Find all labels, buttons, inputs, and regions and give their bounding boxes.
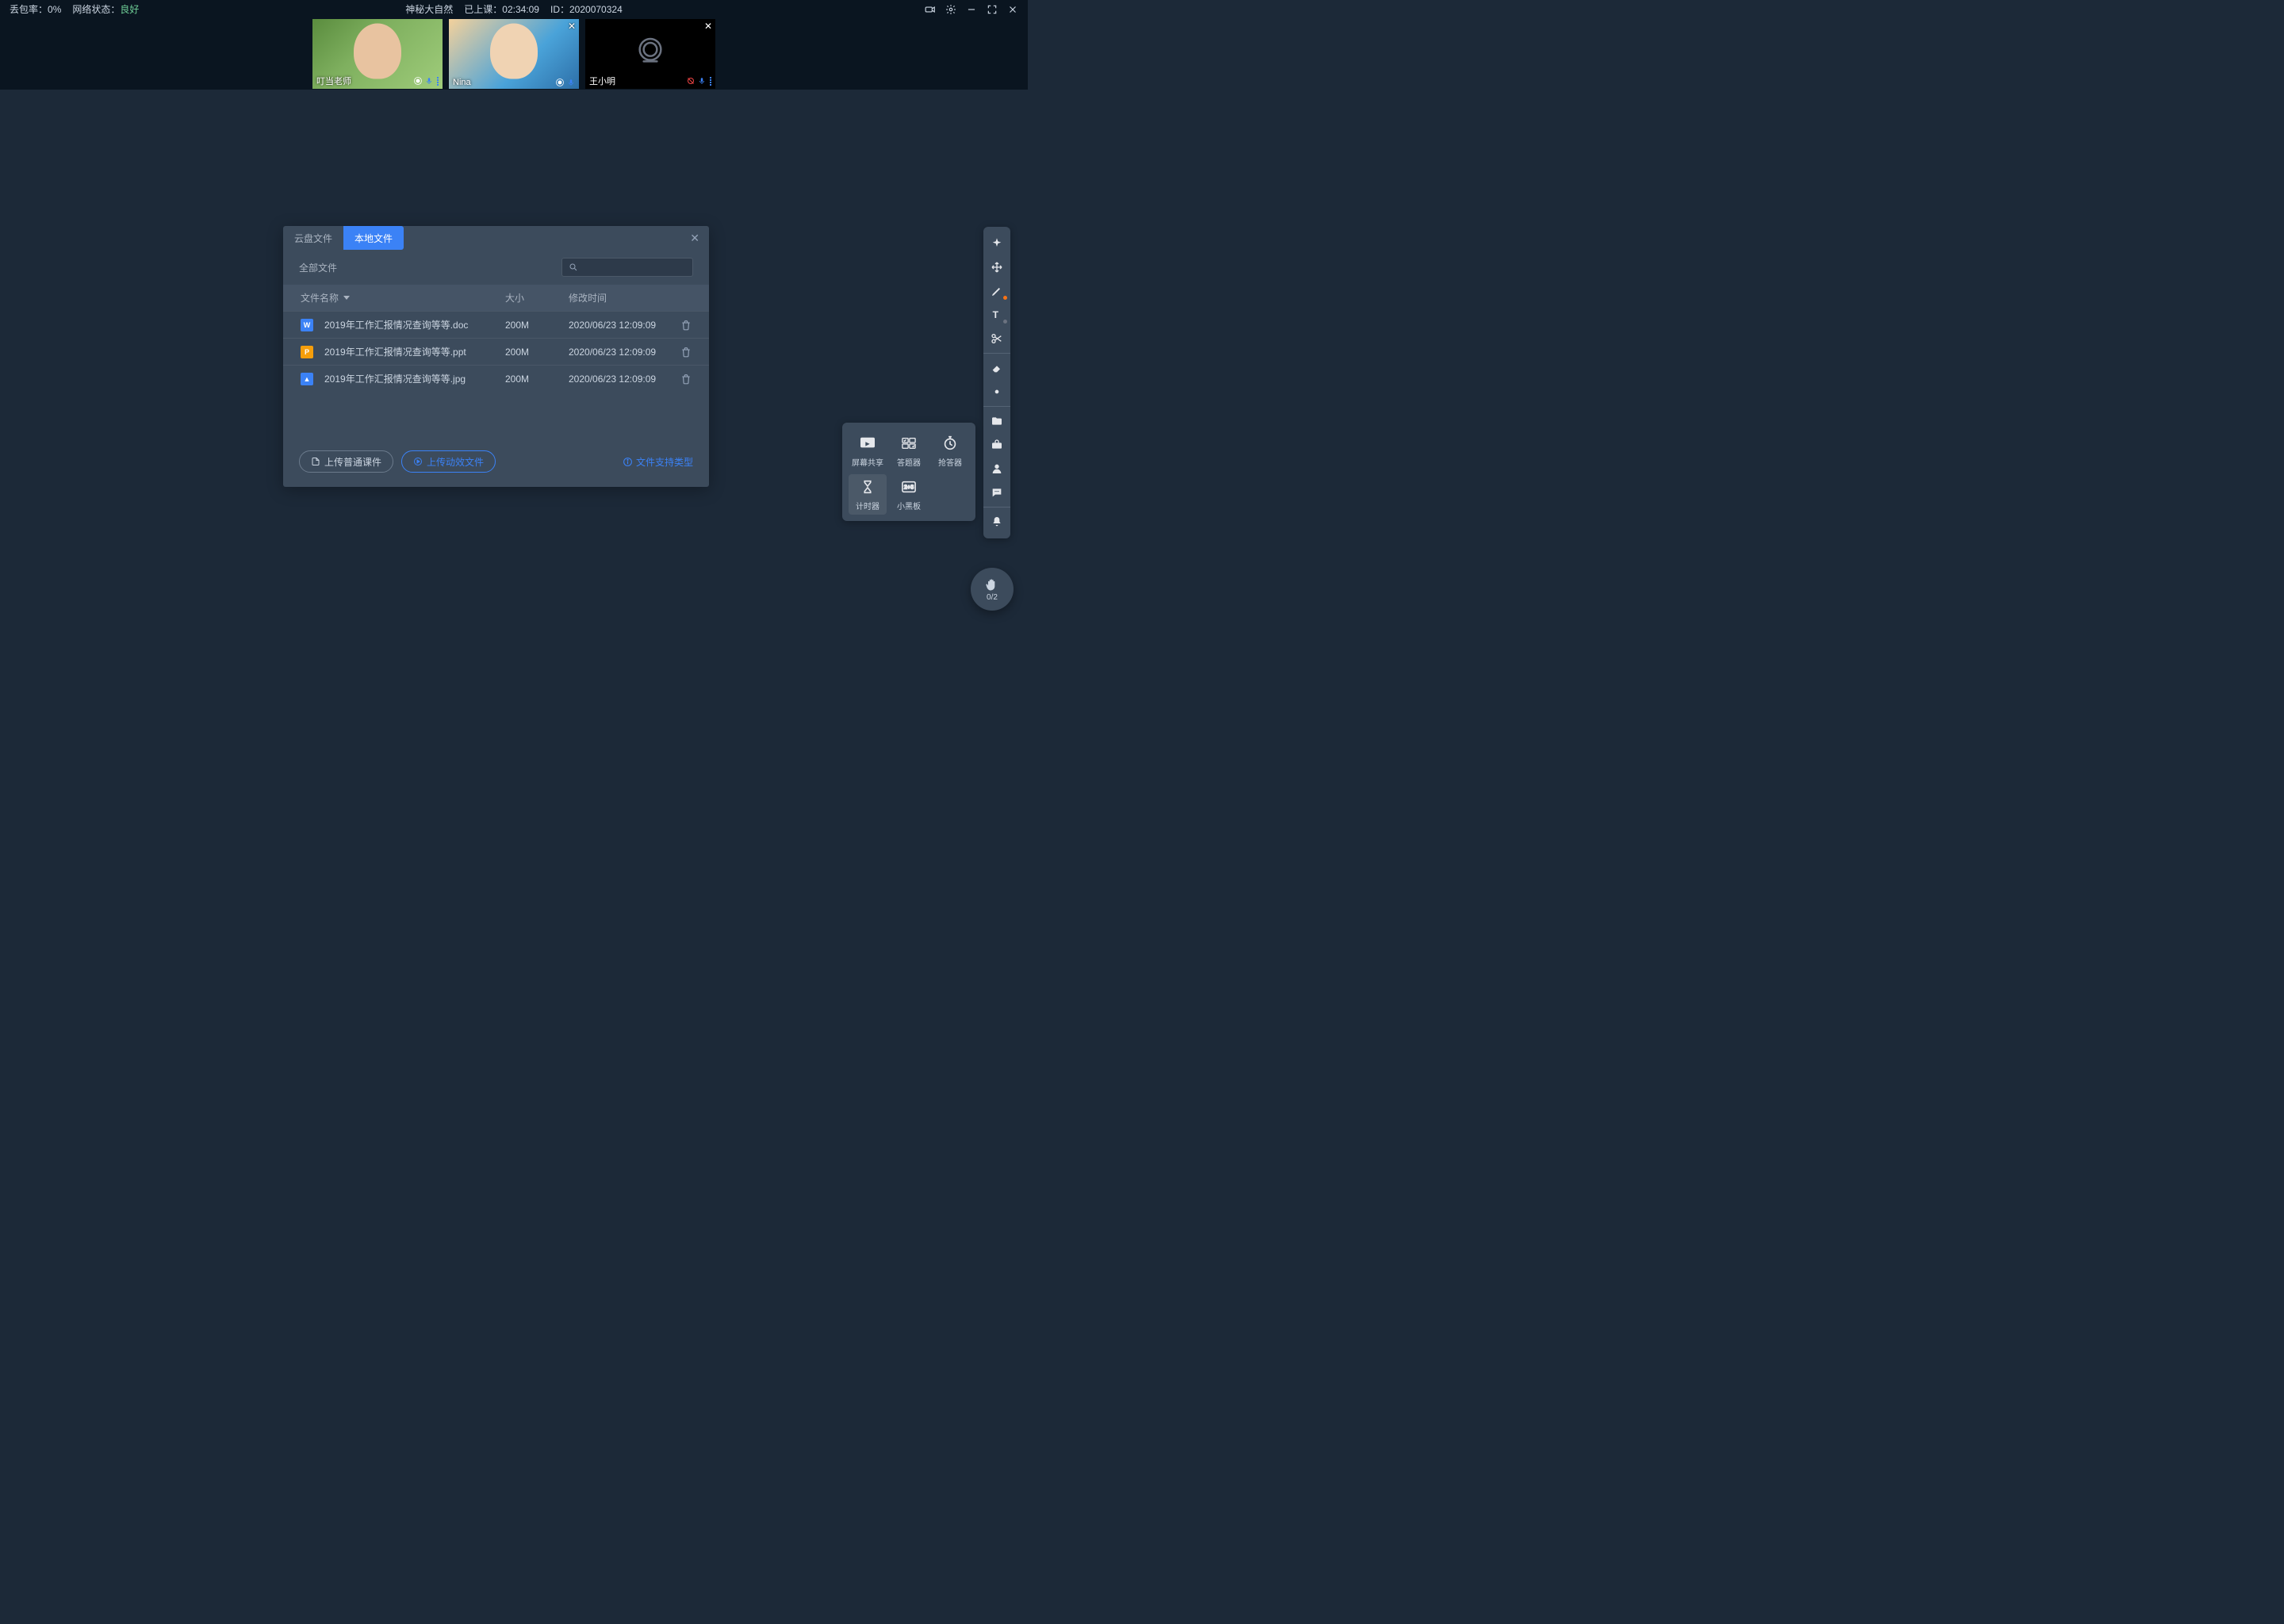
dialog-close-icon[interactable]: ✕ bbox=[680, 232, 709, 245]
file-size: 200M bbox=[505, 347, 569, 358]
tool-toolbox[interactable] bbox=[983, 433, 1010, 457]
file-name: 2019年工作汇报情况查询等等.doc bbox=[324, 318, 468, 331]
search-input[interactable] bbox=[561, 258, 693, 277]
close-icon[interactable] bbox=[1007, 4, 1018, 15]
sort-caret-icon bbox=[343, 296, 350, 300]
tool-responder[interactable]: 抢答器 bbox=[931, 431, 969, 471]
network-status: 网络状态：良好 bbox=[72, 2, 139, 16]
upload-normal-button[interactable]: 上传普通课件 bbox=[299, 450, 393, 473]
file-time: 2020/06/23 12:09:09 bbox=[569, 320, 680, 331]
mic-status bbox=[686, 76, 711, 86]
file-row[interactable]: W 2019年工作汇报情况查询等等.doc 200M2020/06/23 12:09… bbox=[283, 311, 709, 338]
info-icon bbox=[623, 457, 633, 467]
raise-hand-count: 0/2 bbox=[987, 593, 998, 602]
file-name: 2019年工作汇报情况查询等等.jpg bbox=[324, 372, 466, 385]
tool-scissors[interactable] bbox=[983, 327, 1010, 350]
session-id: ID：2020070324 bbox=[550, 2, 623, 16]
tool-blackboard[interactable]: 2+3 小黑板 bbox=[890, 474, 928, 515]
dialog-toolbar: 全部文件 bbox=[283, 250, 709, 285]
svg-text:2+3: 2+3 bbox=[904, 484, 914, 491]
minimize-icon[interactable] bbox=[966, 4, 977, 15]
document-icon bbox=[311, 457, 320, 466]
video-close-icon[interactable]: ✕ bbox=[704, 21, 712, 32]
video-tile[interactable]: ✕ 王小明 bbox=[585, 19, 715, 89]
raise-hand-button[interactable]: 0/2 bbox=[971, 568, 1014, 611]
participant-name: 王小明 bbox=[589, 75, 615, 87]
delete-icon[interactable] bbox=[680, 373, 692, 385]
file-name: 2019年工作汇报情况查询等等.ppt bbox=[324, 345, 466, 358]
svg-text:T: T bbox=[993, 309, 999, 320]
camera-icon[interactable] bbox=[925, 4, 936, 15]
video-close-icon[interactable]: ✕ bbox=[568, 21, 576, 32]
header-left: 丢包率：0% 网络状态：良好 bbox=[10, 2, 139, 16]
tab-local-files[interactable]: 本地文件 bbox=[343, 226, 404, 250]
fullscreen-icon[interactable] bbox=[987, 4, 998, 15]
elapsed-time: 已上课：02:34:09 bbox=[464, 2, 539, 16]
file-time: 2020/06/23 12:09:09 bbox=[569, 373, 680, 385]
play-circle-icon bbox=[413, 457, 423, 466]
dialog-tabs: 云盘文件 本地文件 ✕ bbox=[283, 226, 709, 250]
file-type-icon: W bbox=[301, 319, 313, 331]
tool-answer[interactable]: 答题器 bbox=[890, 431, 928, 471]
tab-cloud-files[interactable]: 云盘文件 bbox=[283, 226, 343, 250]
column-name[interactable]: 文件名称 bbox=[301, 291, 505, 304]
all-files-label[interactable]: 全部文件 bbox=[299, 261, 337, 274]
file-size: 200M bbox=[505, 373, 569, 385]
tool-dot[interactable] bbox=[983, 380, 1010, 404]
mic-status bbox=[413, 76, 439, 86]
search-icon bbox=[569, 262, 578, 272]
file-type-icon: ▲ bbox=[301, 373, 313, 385]
file-support-link[interactable]: 文件支持类型 bbox=[623, 455, 693, 469]
tool-pen[interactable] bbox=[983, 279, 1010, 303]
tool-screen-share[interactable]: 屏幕共享 bbox=[849, 431, 887, 471]
hand-icon bbox=[984, 576, 1000, 592]
tool-move[interactable] bbox=[983, 255, 1010, 279]
dialog-footer: 上传普通课件 上传动效文件 文件支持类型 bbox=[283, 439, 709, 487]
header-center: 神秘大自然 已上课：02:34:09 ID：2020070324 bbox=[405, 2, 623, 16]
tool-timer[interactable]: 计时器 bbox=[849, 474, 887, 515]
column-time[interactable]: 修改时间 bbox=[569, 291, 692, 304]
settings-icon[interactable] bbox=[945, 4, 956, 15]
camera-off-icon bbox=[634, 35, 666, 67]
participant-name: 叮当老师 bbox=[316, 75, 351, 87]
video-bar: 叮当老师 ✕ Nina ✕ 王小明 bbox=[0, 18, 1028, 90]
app-header: 丢包率：0% 网络状态：良好 神秘大自然 已上课：02:34:09 ID：202… bbox=[0, 0, 1028, 18]
tool-user[interactable] bbox=[983, 457, 1010, 481]
file-size: 200M bbox=[505, 320, 569, 331]
tool-folder[interactable] bbox=[983, 409, 1010, 433]
delete-icon[interactable] bbox=[680, 347, 692, 358]
participant-name: Nina bbox=[453, 78, 471, 87]
file-time: 2020/06/23 12:09:09 bbox=[569, 347, 680, 358]
teaching-tools-popup: 屏幕共享 答题器 抢答器 计时器 2+3 小黑板 bbox=[842, 423, 975, 521]
header-right bbox=[925, 4, 1018, 15]
tool-bell[interactable] bbox=[983, 510, 1010, 534]
file-table-header: 文件名称 大小 修改时间 bbox=[283, 285, 709, 311]
tool-text[interactable]: T bbox=[983, 303, 1010, 327]
tool-eraser[interactable] bbox=[983, 356, 1010, 380]
right-toolbar: T bbox=[983, 227, 1010, 538]
file-row[interactable]: P 2019年工作汇报情况查询等等.ppt 200M2020/06/23 12:09… bbox=[283, 338, 709, 365]
upload-dynamic-button[interactable]: 上传动效文件 bbox=[401, 450, 496, 473]
mic-status bbox=[555, 78, 575, 87]
column-size[interactable]: 大小 bbox=[505, 291, 569, 304]
tool-chat[interactable] bbox=[983, 481, 1010, 504]
video-tile[interactable]: 叮当老师 bbox=[312, 19, 443, 89]
delete-icon[interactable] bbox=[680, 320, 692, 331]
file-row[interactable]: ▲ 2019年工作汇报情况查询等等.jpg 200M2020/06/23 12:09… bbox=[283, 365, 709, 392]
file-dialog: 云盘文件 本地文件 ✕ 全部文件 文件名称 大小 修改时间 W 2019年工作汇报… bbox=[283, 226, 709, 487]
tool-pointer[interactable] bbox=[983, 232, 1010, 255]
file-type-icon: P bbox=[301, 346, 313, 358]
class-title: 神秘大自然 bbox=[405, 2, 453, 16]
video-tile[interactable]: ✕ Nina bbox=[449, 19, 579, 89]
packet-loss: 丢包率：0% bbox=[10, 2, 61, 16]
